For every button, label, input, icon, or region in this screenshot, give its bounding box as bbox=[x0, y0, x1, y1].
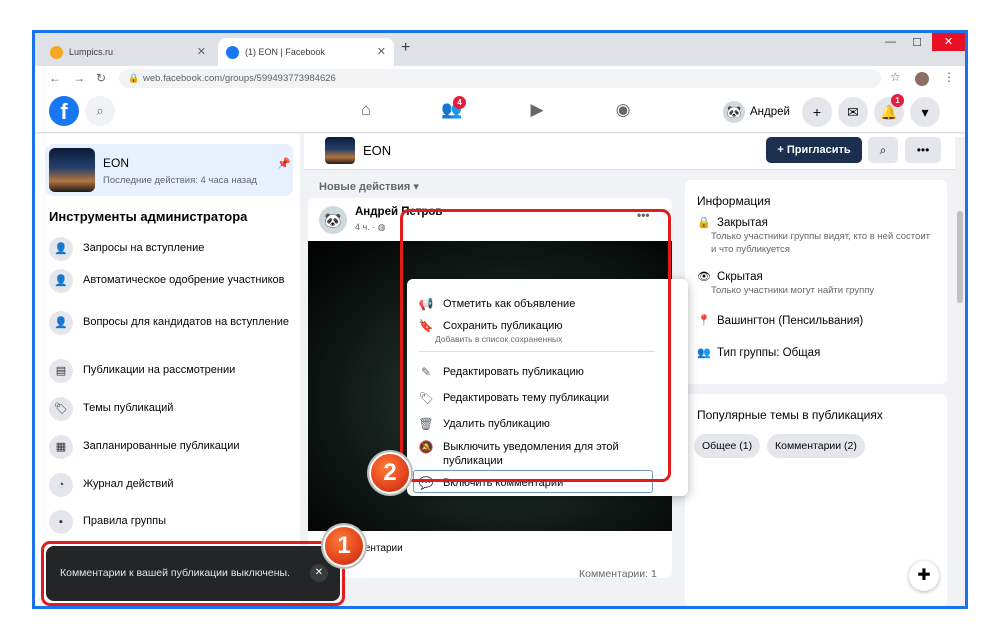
invite-button[interactable]: + Пригласить bbox=[766, 137, 862, 163]
minimize-icon[interactable]: — bbox=[885, 36, 896, 48]
group-card[interactable]: EON Последние действия: 4 часа назад 📌 bbox=[45, 144, 293, 196]
pin-icon[interactable]: 📌 bbox=[277, 157, 291, 170]
maximize-icon[interactable]: ☐ bbox=[912, 36, 922, 49]
topic-chip[interactable]: Общее (1) bbox=[694, 434, 761, 458]
chevron-down-icon: ▾ bbox=[413, 181, 419, 193]
lock-icon: 🔒 bbox=[128, 73, 140, 83]
topics-title: Популярные темы в публикациях bbox=[697, 408, 883, 422]
groups-icon[interactable]: ◉ bbox=[610, 100, 636, 124]
sidebar-item-auto-approve[interactable]: 👤 Автоматическое одобрение участников bbox=[49, 269, 289, 293]
group-name: EON bbox=[103, 156, 130, 170]
new-tab-icon[interactable]: + bbox=[401, 39, 410, 57]
group-search-icon[interactable]: ⌕ bbox=[868, 137, 898, 163]
forward-icon[interactable]: → bbox=[73, 71, 85, 85]
group-cover-thumbnail bbox=[325, 137, 355, 164]
comments-count[interactable]: Комментарии: 1 bbox=[579, 568, 657, 578]
bookmark-star-icon[interactable]: ☆ bbox=[890, 70, 901, 84]
posts-icon: ▤ bbox=[49, 359, 73, 383]
step-badge-1: 1 bbox=[323, 525, 365, 567]
calendar-icon: ▦ bbox=[49, 435, 73, 459]
sidebar-item-pending-posts[interactable]: ▤ Публикации на рассмотрении bbox=[49, 359, 289, 383]
close-tab-icon[interactable]: ✕ bbox=[377, 45, 386, 58]
tab-facebook[interactable]: (1) EON | Facebook ✕ bbox=[218, 38, 394, 66]
info-item-private: 🔒 Закрытая Только участники группы видят, … bbox=[697, 217, 930, 255]
address-bar-row: ← → ↻ 🔒 web.facebook.com/groups/59949377… bbox=[35, 66, 965, 91]
close-window-icon[interactable]: ✕ bbox=[932, 33, 965, 51]
friends-badge: 4 bbox=[453, 96, 466, 109]
group-title: EON bbox=[363, 143, 392, 158]
group-header: EON + Пригласить ⌕ ••• bbox=[304, 134, 965, 170]
facebook-top-bar: f ⌕ ⌂ 👥 4 ▶ ◉ 🐼 Андрей + ✉ 🔔 1 ▾ bbox=[35, 91, 965, 133]
clock-icon: ◔ bbox=[49, 473, 73, 497]
sidebar-item-membership-questions[interactable]: 👤 Вопросы для кандидатов на вступление bbox=[49, 311, 289, 335]
eye-icon: 👁 bbox=[697, 271, 711, 283]
rules-icon: ▪ bbox=[49, 510, 73, 534]
info-item-group-type: 👥 Тип группы: Общая bbox=[697, 347, 821, 359]
topic-chip[interactable]: Комментарии (2) bbox=[767, 434, 865, 458]
back-icon[interactable]: ← bbox=[49, 71, 61, 85]
avatar: 🐼 bbox=[723, 101, 745, 123]
tab-title: Lumpics.ru bbox=[69, 47, 114, 57]
reload-icon[interactable]: ↻ bbox=[96, 71, 106, 85]
sidebar-item-join-requests[interactable]: 👤 Запросы на вступление bbox=[49, 237, 289, 261]
notifications-badge: 1 bbox=[891, 94, 904, 107]
avatar[interactable]: 🐼 bbox=[319, 206, 347, 234]
sidebar-item-post-topics[interactable]: 🏷 Темы публикаций bbox=[49, 397, 289, 421]
user-name: Андрей bbox=[750, 106, 790, 118]
annotation-box-1 bbox=[41, 541, 345, 606]
messenger-icon[interactable]: ✉ bbox=[838, 97, 868, 127]
browser-menu-icon[interactable]: ⋮ bbox=[943, 70, 955, 84]
info-item-hidden: 👁 Скрытая Только участники могут найти гру… bbox=[697, 271, 875, 296]
annotation-box-2 bbox=[400, 209, 671, 482]
people-icon: 👥 bbox=[697, 347, 711, 359]
user-profile-chip[interactable]: 🐼 Андрей bbox=[723, 99, 790, 125]
globe-icon: ◍ bbox=[377, 222, 386, 232]
page-scrollbar[interactable] bbox=[955, 137, 965, 557]
tab-bar: Lumpics.ru ✕ (1) EON | Facebook ✕ + — ☐ … bbox=[35, 33, 965, 66]
sidebar-item-group-rules[interactable]: ▪ Правила группы bbox=[49, 510, 289, 534]
profile-avatar-icon[interactable] bbox=[915, 72, 929, 86]
step-badge-2: 2 bbox=[369, 452, 411, 494]
topics-card: Популярные темы в публикациях Общее (1) … bbox=[685, 394, 947, 606]
lumpics-favicon-icon bbox=[50, 45, 63, 59]
sidebar-item-activity-log[interactable]: ◔ Журнал действий bbox=[49, 473, 289, 497]
watch-icon[interactable]: ▶ bbox=[524, 100, 550, 124]
facebook-favicon-icon bbox=[226, 45, 239, 59]
scrollbar-thumb[interactable] bbox=[957, 211, 963, 303]
admin-sidebar: EON Последние действия: 4 часа назад 📌 И… bbox=[35, 134, 300, 606]
tag-icon: 🏷 bbox=[49, 397, 73, 421]
sort-dropdown[interactable]: Новые действия ▾ bbox=[319, 180, 419, 193]
post-time: 4 ч. · ◍ bbox=[355, 222, 386, 232]
facebook-logo-icon[interactable]: f bbox=[49, 96, 79, 126]
sidebar-item-scheduled-posts[interactable]: ▦ Запланированные публикации bbox=[49, 435, 289, 459]
admin-tools-heading: Инструменты администратора bbox=[49, 209, 248, 224]
sort-label: Новые действия bbox=[319, 181, 411, 193]
person-check-icon: 👤 bbox=[49, 269, 73, 293]
info-title: Информация bbox=[697, 194, 771, 208]
account-menu-icon[interactable]: ▾ bbox=[910, 97, 940, 127]
url-text: web.facebook.com/groups/599493773984626 bbox=[143, 73, 336, 84]
close-tab-icon[interactable]: ✕ bbox=[197, 45, 206, 58]
new-message-button[interactable]: ✚ bbox=[909, 561, 939, 591]
home-icon[interactable]: ⌂ bbox=[353, 100, 379, 124]
create-button[interactable]: + bbox=[802, 97, 832, 127]
search-icon[interactable]: ⌕ bbox=[85, 96, 115, 126]
group-cover-thumbnail bbox=[49, 148, 95, 192]
tab-title: (1) EON | Facebook bbox=[245, 47, 325, 57]
right-column: Информация 🔒 Закрытая Только участники гру… bbox=[685, 180, 947, 606]
lock-icon: 🔒 bbox=[697, 217, 711, 229]
person-question-icon: 👤 bbox=[49, 311, 73, 335]
info-item-location: 📍 Вашингтон (Пенсильвания) bbox=[697, 315, 864, 327]
url-input[interactable]: 🔒 web.facebook.com/groups/59949377398462… bbox=[119, 69, 881, 88]
person-icon: 👤 bbox=[49, 237, 73, 261]
group-last-activity: Последние действия: 4 часа назад bbox=[103, 175, 257, 186]
location-pin-icon: 📍 bbox=[697, 315, 711, 327]
tab-lumpics[interactable]: Lumpics.ru ✕ bbox=[42, 38, 214, 66]
info-card: Информация 🔒 Закрытая Только участники гру… bbox=[685, 180, 947, 384]
more-options-icon[interactable]: ••• bbox=[905, 137, 941, 163]
